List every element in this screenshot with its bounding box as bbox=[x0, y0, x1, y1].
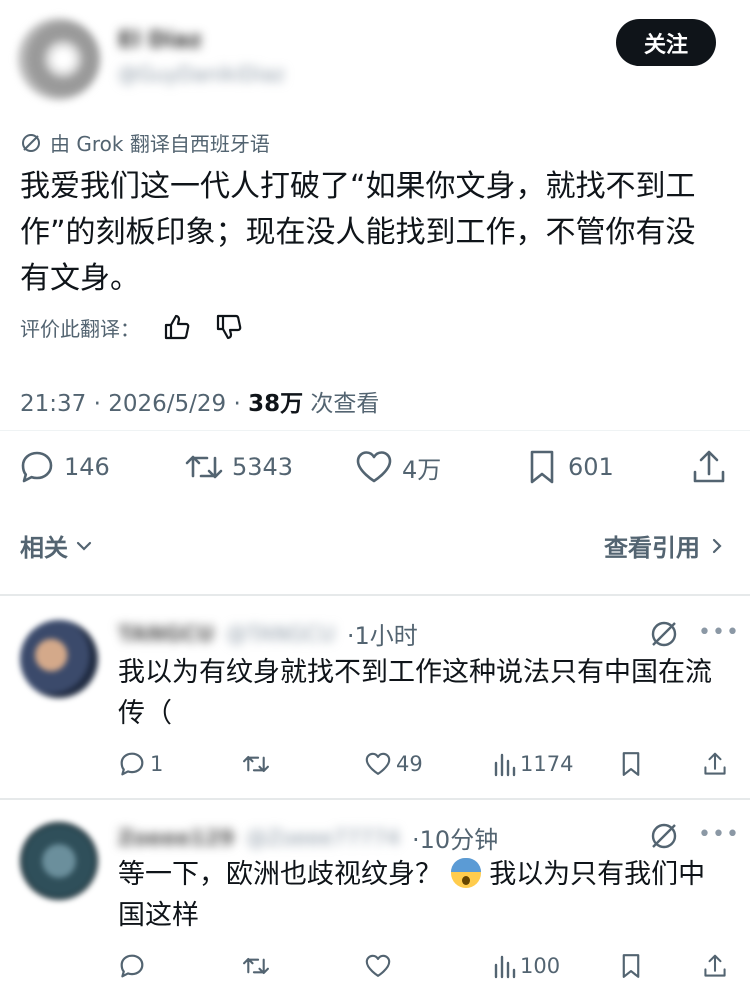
reply-avatar[interactable] bbox=[20, 620, 98, 698]
reply-time: ·1小时 bbox=[346, 622, 418, 650]
anxious-face-emoji bbox=[450, 858, 481, 888]
rate-translation: 评价此翻译： bbox=[20, 312, 244, 342]
more-options-icon[interactable]: ••• bbox=[698, 620, 740, 645]
chevron-down-icon bbox=[76, 541, 92, 551]
reply-avatar[interactable] bbox=[20, 822, 98, 900]
divider bbox=[0, 430, 750, 431]
repost-count: 5343 bbox=[232, 453, 294, 481]
views-button[interactable]: 100 bbox=[492, 950, 560, 982]
thumbs-up-icon[interactable] bbox=[162, 312, 192, 342]
repost-icon bbox=[243, 957, 269, 975]
heart-icon bbox=[365, 954, 391, 977]
reply-text: 我以为有纹身就找不到工作这种说法只有中国在流传（ bbox=[118, 657, 712, 729]
reply-header: TANGCU @TANGCU ·1小时 bbox=[118, 616, 418, 651]
rate-translation-label: 评价此翻译： bbox=[20, 316, 140, 341]
reply-icon bbox=[21, 451, 53, 483]
view-count: 38万 bbox=[248, 391, 304, 417]
author-handle[interactable]: @GuyDanikiDiaz bbox=[118, 62, 285, 86]
reply-count: 1 bbox=[150, 752, 164, 776]
view-count: 100 bbox=[520, 954, 561, 978]
translate-icon[interactable] bbox=[648, 820, 680, 852]
share-icon bbox=[693, 450, 725, 483]
section-divider bbox=[0, 594, 750, 596]
bookmark-icon bbox=[530, 450, 554, 484]
reply-author-name[interactable]: TANGCU bbox=[118, 622, 214, 646]
author-avatar[interactable] bbox=[18, 18, 100, 100]
repost-button[interactable] bbox=[242, 950, 270, 982]
reply-button[interactable] bbox=[118, 950, 146, 982]
share-button[interactable] bbox=[702, 950, 728, 982]
reply-button[interactable]: 146 bbox=[18, 444, 110, 490]
like-button[interactable]: 49 bbox=[364, 748, 423, 780]
reply-header: Zoeee129 @Zoeee77774 ·10分钟 bbox=[118, 820, 498, 855]
heart-icon bbox=[365, 752, 391, 775]
like-count: 49 bbox=[396, 752, 423, 776]
like-count: 4万 bbox=[402, 455, 442, 484]
share-button[interactable] bbox=[702, 748, 728, 780]
post-meta: 21:37 · 2026/5/29 · 38万 次查看 bbox=[20, 384, 379, 418]
post-text: 我爱我们这一代人打破了“如果你文身，就找不到工作”的刻板印象；现在没人能找到工作… bbox=[20, 169, 696, 296]
reply-icon bbox=[120, 954, 144, 978]
related-label: 相关 bbox=[20, 534, 68, 562]
reply-text-part: 等一下，欧洲也歧视纹身？ bbox=[118, 859, 442, 890]
repost-button[interactable] bbox=[242, 748, 270, 780]
like-button[interactable] bbox=[364, 950, 392, 982]
reply-author-name[interactable]: Zoeee129 bbox=[118, 826, 234, 850]
repost-icon bbox=[243, 755, 269, 773]
thumbs-down-icon[interactable] bbox=[214, 312, 244, 342]
view-quotes-link[interactable]: 查看引用 bbox=[604, 528, 724, 563]
chevron-right-icon bbox=[712, 538, 722, 553]
like-button[interactable]: 4万 bbox=[354, 444, 441, 490]
translation-note: 由 Grok 翻译自西班牙语 bbox=[20, 128, 270, 157]
view-count: 1174 bbox=[520, 752, 574, 776]
bookmark-icon bbox=[622, 752, 640, 776]
reply-actions: 100 bbox=[118, 950, 728, 982]
more-options-icon[interactable]: ••• bbox=[698, 822, 740, 847]
share-icon bbox=[704, 752, 726, 775]
related-toggle[interactable]: 相关 bbox=[20, 528, 94, 563]
bar-chart-icon bbox=[494, 955, 516, 979]
author-name[interactable]: El Diaz bbox=[118, 28, 202, 53]
bookmark-button[interactable]: 601 bbox=[524, 444, 614, 490]
reply-count: 146 bbox=[64, 453, 110, 481]
follow-button[interactable]: 关注 bbox=[616, 19, 716, 66]
bookmark-icon bbox=[622, 954, 640, 978]
reply-time: ·10分钟 bbox=[412, 826, 499, 854]
translate-icon[interactable] bbox=[648, 618, 680, 650]
bookmark-button[interactable] bbox=[618, 950, 644, 982]
repost-button[interactable]: 5343 bbox=[184, 444, 293, 490]
reply-icon bbox=[120, 752, 144, 776]
reply-author-handle[interactable]: @TANGCU bbox=[226, 622, 335, 646]
post-time: 21:37 · 2026/5/29 · bbox=[20, 391, 249, 417]
repost-icon bbox=[185, 455, 223, 479]
reply-divider bbox=[0, 798, 750, 800]
bar-chart-icon bbox=[494, 753, 516, 777]
heart-icon bbox=[356, 451, 392, 483]
reply-actions: 1 49 1174 bbox=[118, 748, 728, 780]
bookmark-count: 601 bbox=[568, 453, 614, 481]
view-label: 次查看 bbox=[303, 391, 380, 417]
share-button[interactable] bbox=[690, 444, 728, 490]
views-button[interactable]: 1174 bbox=[492, 748, 573, 780]
translate-icon bbox=[22, 133, 40, 152]
reply-text: 等一下，欧洲也歧视纹身？ 我以为只有我们中国这样 bbox=[118, 854, 728, 936]
post-actions: 146 5343 4万 601 bbox=[18, 444, 730, 490]
translation-note-text: 由 Grok 翻译自西班牙语 bbox=[50, 132, 270, 156]
share-icon bbox=[704, 954, 726, 977]
view-quotes-label: 查看引用 bbox=[604, 534, 700, 562]
reply-author-handle[interactable]: @Zoeee77774 bbox=[246, 826, 400, 850]
bookmark-button[interactable] bbox=[618, 748, 644, 780]
reply-button[interactable]: 1 bbox=[118, 748, 163, 780]
